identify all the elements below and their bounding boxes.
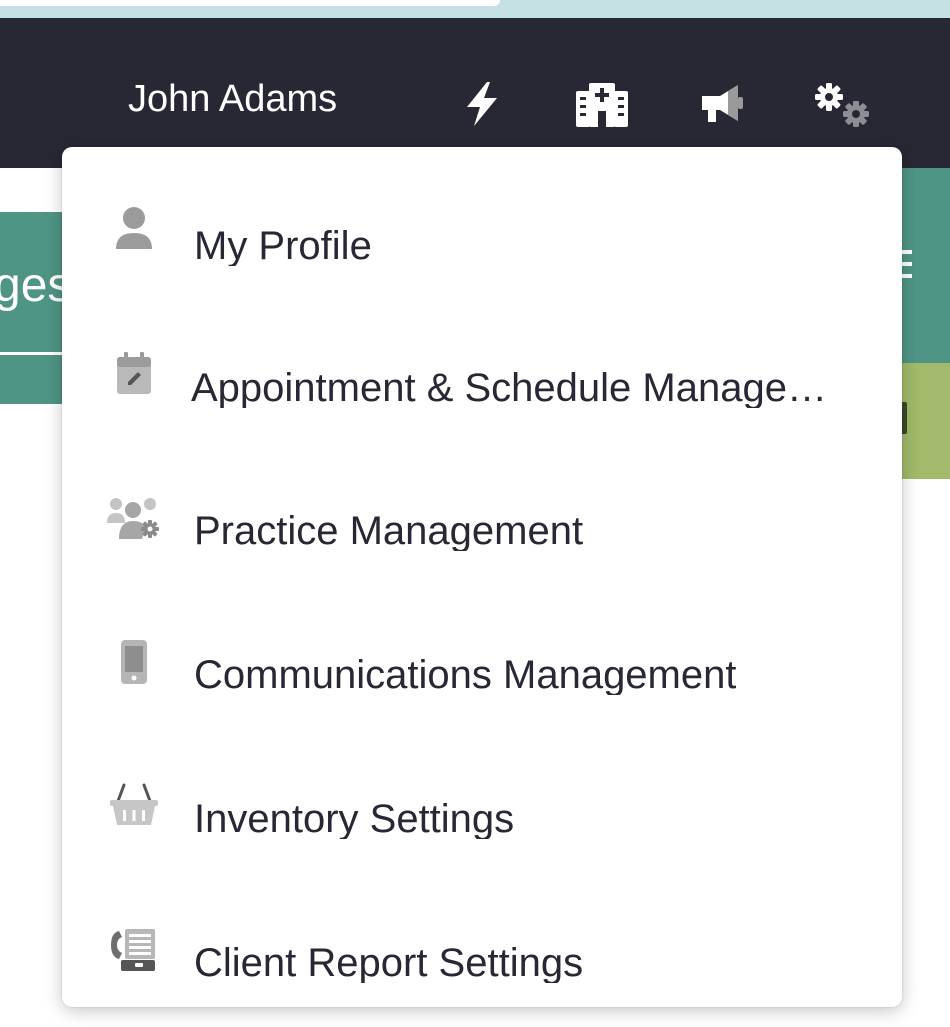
browser-top-strip [0, 0, 950, 18]
user-icon [106, 205, 162, 265]
users-cog-icon [106, 495, 162, 555]
menu-item-communications-management[interactable]: Communications Management [62, 639, 902, 739]
calendar-edit-icon [106, 351, 162, 411]
user-settings-dropdown: My Profile Appointment & Schedule Manage… [62, 147, 902, 1007]
title-underline [0, 352, 70, 355]
top-navbar: John Adams [0, 18, 950, 168]
menu-item-inventory-settings[interactable]: Inventory Settings [62, 783, 902, 883]
menu-item-label: Practice Management [194, 511, 584, 551]
page-title: ges [0, 259, 72, 312]
hospital-icon[interactable] [570, 78, 634, 130]
menu-item-label: My Profile [194, 226, 372, 266]
menu-item-my-profile[interactable]: My Profile [62, 205, 902, 305]
menu-item-practice-management[interactable]: Practice Management [62, 495, 902, 595]
tab-edge [0, 0, 500, 6]
phone-fax-icon [106, 927, 162, 987]
bolt-icon[interactable] [450, 78, 514, 130]
shopping-basket-icon [106, 783, 162, 843]
megaphone-icon[interactable] [690, 78, 754, 130]
menu-item-label: Communications Management [194, 655, 737, 695]
olive-panel [900, 363, 950, 479]
mobile-phone-icon [106, 639, 162, 699]
user-name-link[interactable]: John Adams [128, 80, 337, 118]
menu-item-label: Appointment & Schedule Management [191, 368, 839, 408]
cogs-icon[interactable] [810, 78, 874, 130]
menu-item-label: Inventory Settings [194, 799, 515, 839]
menu-item-appointment-schedule[interactable]: Appointment & Schedule Management [62, 351, 902, 451]
menu-item-label: Client Report Settings [194, 943, 584, 983]
menu-item-client-report-settings[interactable]: Client Report Settings [62, 927, 902, 1027]
